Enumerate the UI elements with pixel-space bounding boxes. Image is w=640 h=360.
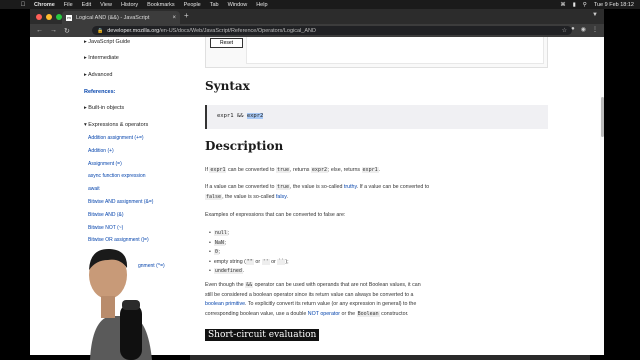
search-icon[interactable]: ⚲ xyxy=(583,2,587,8)
bottom-strip xyxy=(190,355,590,360)
url-host: developer.mozilla.org xyxy=(107,27,160,34)
menu-bookmarks[interactable]: Bookmarks xyxy=(147,2,175,8)
browser-tab[interactable]: m Logical AND (&&) - JavaScript × xyxy=(62,11,180,24)
macos-menubar:  Chrome File Edit View History Bookmark… xyxy=(0,0,640,9)
url-path: /en-US/docs/Web/JavaScript/Reference/Ope… xyxy=(159,27,316,34)
address-bar[interactable]: 🔒 developer.mozilla.org /en-US/docs/Web/… xyxy=(92,26,572,35)
forward-icon[interactable]: → xyxy=(50,27,57,35)
more-menu-icon[interactable]: ⋮ xyxy=(592,26,598,33)
sidebar-item-javascript-guide[interactable]: ▸ JavaScript Guide xyxy=(84,39,130,45)
description-paragraph-3: Examples of expressions that can be conv… xyxy=(205,212,346,218)
truthy-link[interactable]: truthy xyxy=(344,184,357,190)
menu-help[interactable]: Help xyxy=(256,2,267,8)
menu-people[interactable]: People xyxy=(184,2,201,8)
menubar-app-name[interactable]: Chrome xyxy=(34,2,55,8)
sidebar-link[interactable]: Addition assignment (+=) xyxy=(88,135,144,141)
list-item: • null; xyxy=(209,230,230,236)
close-tab-icon[interactable]: × xyxy=(172,15,176,21)
back-icon[interactable]: ← xyxy=(36,27,43,35)
lock-icon[interactable]: 🔒 xyxy=(97,28,103,34)
sidebar-link[interactable]: async function expression xyxy=(88,173,146,179)
sidebar-item-builtin-objects[interactable]: ▸ Built-in objects xyxy=(84,105,124,111)
close-window-button[interactable] xyxy=(36,14,42,20)
sidebar-item-intermediate[interactable]: ▸ Intermediate xyxy=(84,55,119,61)
presenter-video xyxy=(89,248,152,360)
bookmark-star-icon[interactable]: ☆ xyxy=(562,27,567,34)
menu-window[interactable]: Window xyxy=(228,2,248,8)
sidebar-link[interactable]: Bitwise AND assignment (&=) xyxy=(88,199,153,205)
battery-icon[interactable]: ▮ xyxy=(573,2,576,8)
browser-toolbar: ← → ↻ 🔒 developer.mozilla.org /en-US/doc… xyxy=(30,24,604,37)
interactive-example: Reset xyxy=(205,37,548,68)
syntax-heading: Syntax xyxy=(205,79,250,93)
sidebar-link[interactable]: Assignment (=) xyxy=(88,161,122,167)
scrollbar-thumb[interactable] xyxy=(601,97,604,137)
sidebar-item-expressions-operators[interactable]: ▾ Expressions & operators xyxy=(84,122,148,128)
menu-history[interactable]: History xyxy=(121,2,138,8)
minimize-window-button[interactable] xyxy=(46,14,52,20)
tab-search-icon[interactable]: ▼ xyxy=(592,12,598,18)
article: Reset Syntax expr1 && expr2 Description … xyxy=(205,37,604,355)
menu-tab[interactable]: Tab xyxy=(210,2,219,8)
window-controls xyxy=(36,14,62,20)
description-paragraph-2: If a value can be converted to true, the… xyxy=(205,184,430,200)
apple-icon[interactable]:  xyxy=(19,2,27,8)
reload-icon[interactable]: ↻ xyxy=(64,27,70,35)
wifi-icon[interactable]: ⌘ xyxy=(560,2,566,8)
webcam-overlay xyxy=(70,240,174,360)
list-item: • empty string ("" or '' or ``); xyxy=(209,259,289,265)
syntax-code-block: expr1 && expr2 xyxy=(205,105,548,129)
mdn-favicon-icon: m xyxy=(66,14,72,21)
sidebar-link[interactable]: await xyxy=(88,186,100,192)
menu-file[interactable]: File xyxy=(64,2,73,8)
syntax-code: expr1 && expr2 xyxy=(217,113,264,119)
sidebar-references-heading: References: xyxy=(84,89,116,95)
sidebar-link[interactable]: Addition (+) xyxy=(88,148,114,154)
extension-icon[interactable]: ● xyxy=(571,26,575,33)
profile-avatar-icon[interactable]: ◉ xyxy=(581,26,586,33)
boolean-primitive-link[interactable]: boolean primitive xyxy=(205,301,245,307)
sidebar-link[interactable]: Bitwise AND (&) xyxy=(88,212,124,218)
list-item: • 0; xyxy=(209,249,221,255)
browser-tab-strip: m Logical AND (&&) - JavaScript × + ▼ xyxy=(30,9,604,24)
new-tab-icon[interactable]: + xyxy=(184,11,189,20)
menu-edit[interactable]: Edit xyxy=(82,2,91,8)
menubar-clock[interactable]: Tue 9 Feb 18:12 xyxy=(594,2,634,8)
menubar-status-area: ⌘ ▮ ⚲ Tue 9 Feb 18:12 xyxy=(560,2,640,8)
sidebar-link[interactable]: Bitwise NOT (~) xyxy=(88,225,123,231)
sidebar-item-advanced[interactable]: ▸ Advanced xyxy=(84,72,112,78)
description-paragraph-4: Even though the && operator can be used … xyxy=(205,282,421,317)
menu-view[interactable]: View xyxy=(100,2,112,8)
not-operator-link[interactable]: NOT operator xyxy=(308,311,340,317)
list-item: • NaN; xyxy=(209,240,227,246)
selected-text: expr2 xyxy=(246,113,264,119)
falsy-link[interactable]: falsy xyxy=(276,194,287,200)
short-circuit-heading: Short-circuit evaluation xyxy=(205,329,320,341)
description-paragraph-1: If expr1 can be converted to true, retur… xyxy=(205,167,381,173)
example-output-pane: Reset xyxy=(210,37,544,64)
tab-title: Logical AND (&&) - JavaScript xyxy=(76,14,150,21)
page-scrollbar[interactable] xyxy=(600,37,604,355)
description-heading: Description xyxy=(205,139,284,153)
list-item: • undefined. xyxy=(209,268,245,274)
reset-button[interactable]: Reset xyxy=(210,38,243,48)
